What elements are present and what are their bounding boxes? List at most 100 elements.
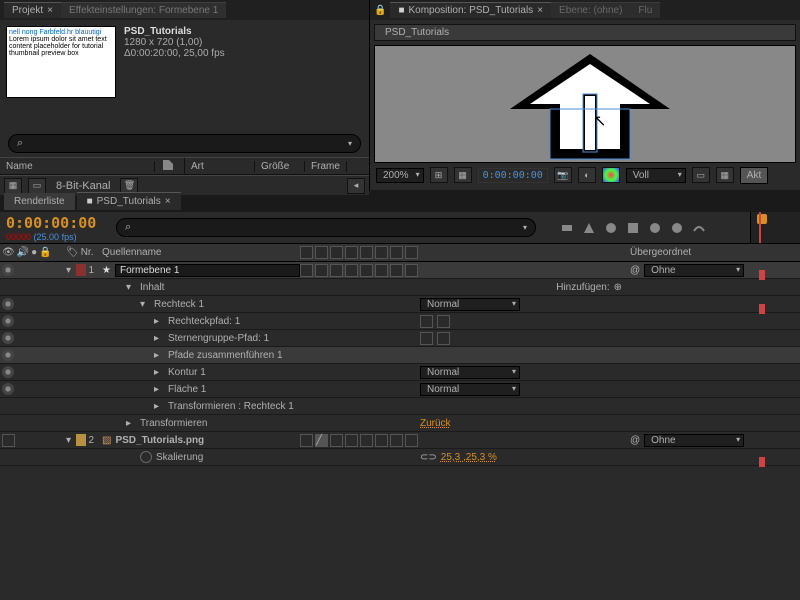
lock-icon[interactable]: 🔒: [374, 5, 386, 16]
active-camera-button[interactable]: Akt: [740, 167, 768, 184]
image-icon: ▧: [102, 435, 111, 446]
visibility-toggle[interactable]: [2, 349, 14, 361]
property-row[interactable]: ▸Fläche 1 Normal: [0, 381, 800, 398]
transparency-icon[interactable]: ▦: [716, 167, 734, 183]
project-resolution: 1280 x 720 (1,00): [124, 37, 225, 48]
property-row[interactable]: ▾Inhalt Hinzufügen: ⊕: [0, 279, 800, 296]
prev-frame-icon[interactable]: ◂: [347, 178, 365, 194]
visibility-toggle[interactable]: [2, 332, 14, 344]
search-input[interactable]: [135, 222, 519, 233]
parent-dropdown[interactable]: Ohne: [644, 434, 744, 447]
property-row[interactable]: ▸Sternengruppe-Pfad: 1: [0, 330, 800, 347]
brainstorm-icon[interactable]: [670, 221, 684, 235]
blend-mode-dropdown[interactable]: Normal: [420, 366, 520, 379]
project-panel-header: Projekt× Effekteinstellungen: Formebene …: [0, 0, 369, 20]
close-icon[interactable]: ×: [165, 196, 171, 207]
layer-row[interactable]: ▾2 ▧PSD_Tutorials.png ╱ @Ohne: [0, 432, 800, 449]
layer-name-input[interactable]: [115, 264, 300, 277]
visibility-toggle[interactable]: [2, 298, 14, 310]
property-row[interactable]: ▸Transformieren Zurück: [0, 415, 800, 432]
twirl-icon[interactable]: ▸: [154, 333, 164, 344]
add-shape-icon[interactable]: ⊕: [614, 282, 622, 293]
timeline-search[interactable]: ⌕ ▾: [116, 218, 536, 237]
pickwhip-icon[interactable]: @: [630, 435, 640, 446]
new-folder-icon[interactable]: ▭: [28, 178, 46, 194]
bit-depth-button[interactable]: 8-Bit-Kanal: [52, 180, 114, 192]
project-thumbnail[interactable]: nell nong Farbfeld.hr blauutigi Lorem ip…: [6, 26, 116, 98]
project-panel: Projekt× Effekteinstellungen: Formebene …: [0, 0, 370, 190]
channels-icon[interactable]: ◐: [578, 167, 596, 183]
tab-effect-controls[interactable]: Effekteinstellungen: Formebene 1: [61, 2, 226, 18]
eye-icon: 👁: [2, 247, 15, 258]
composition-viewport[interactable]: ↖: [374, 45, 796, 163]
visibility-toggle[interactable]: [2, 366, 14, 378]
stopwatch-icon[interactable]: [140, 451, 152, 463]
color-mgmt-icon[interactable]: [602, 167, 620, 183]
region-icon[interactable]: ▭: [692, 167, 710, 183]
twirl-icon[interactable]: ▾: [126, 282, 136, 293]
close-icon[interactable]: ×: [537, 5, 543, 16]
graph-editor-icon[interactable]: [692, 221, 706, 235]
twirl-icon[interactable]: ▸: [154, 316, 164, 327]
tab-project[interactable]: Projekt×: [4, 2, 61, 18]
cursor-icon: ↖: [593, 111, 606, 131]
search-input[interactable]: [27, 138, 344, 149]
interpret-footage-icon[interactable]: ▦: [4, 178, 22, 194]
comp-panel-header: 🔒 ■Komposition: PSD_Tutorials× Ebene: (o…: [370, 0, 800, 20]
shy-icon[interactable]: [604, 221, 618, 235]
layer-row[interactable]: ▾1 ★ @Ohne: [0, 262, 800, 279]
close-icon[interactable]: ×: [47, 5, 53, 16]
motion-blur-icon[interactable]: [648, 221, 662, 235]
twirl-icon[interactable]: ▾: [66, 265, 74, 276]
property-row[interactable]: ▸Transformieren : Rechteck 1: [0, 398, 800, 415]
twirl-icon[interactable]: ▸: [126, 418, 136, 429]
twirl-icon[interactable]: ▾: [66, 435, 74, 446]
property-row[interactable]: Skalierung ⊂⊃ 25,3 ,25,3 %: [0, 449, 800, 466]
current-time[interactable]: 0:00:00:00: [478, 168, 548, 183]
twirl-icon[interactable]: ▾: [140, 299, 150, 310]
tab-composition[interactable]: ■Komposition: PSD_Tutorials×: [390, 2, 551, 18]
frame-blend-icon[interactable]: [626, 221, 640, 235]
twirl-icon[interactable]: ▸: [154, 367, 164, 378]
visibility-toggle[interactable]: [2, 315, 14, 327]
scale-value[interactable]: 25,3 ,25,3 %: [441, 452, 497, 463]
project-item-row: nell nong Farbfeld.hr blauutigi Lorem ip…: [0, 20, 369, 104]
blend-mode-dropdown[interactable]: Normal: [420, 298, 520, 311]
parent-dropdown[interactable]: Ohne: [644, 264, 744, 277]
draft3d-icon[interactable]: [582, 221, 596, 235]
property-row[interactable]: ▾Rechteck 1 Normal: [0, 296, 800, 313]
project-column-headers: Name Art Größe Frame: [0, 157, 369, 175]
zoom-dropdown[interactable]: 200%: [376, 168, 424, 183]
twirl-icon[interactable]: ▸: [154, 350, 164, 361]
property-row[interactable]: ▸Rechteckpfad: 1: [0, 313, 800, 330]
timeline-panel: Renderliste ■PSD_Tutorials× 0:00:00:00 0…: [0, 190, 800, 600]
blend-mode-dropdown[interactable]: Normal: [420, 383, 520, 396]
search-icon: ⌕: [17, 137, 23, 150]
project-search[interactable]: ⌕ ▾: [8, 134, 361, 153]
property-row[interactable]: ▸Pfade zusammenführen 1: [0, 347, 800, 364]
tab-layer[interactable]: Ebene: (ohne): [551, 2, 630, 18]
project-duration: Δ0:00:20:00, 25,00 fps: [124, 48, 225, 59]
timeline-column-headers: 👁🔊●🔒 🏷Nr. Quellenname Übergeordnet: [0, 244, 800, 262]
pickwhip-icon[interactable]: @: [630, 265, 640, 276]
snapshot-icon[interactable]: 📷: [554, 167, 572, 183]
visibility-toggle[interactable]: [2, 383, 14, 395]
reset-link[interactable]: Zurück: [420, 418, 451, 429]
time-ruler[interactable]: [750, 212, 800, 243]
comp-mini-flowchart-icon[interactable]: [560, 221, 574, 235]
tab-timeline-comp[interactable]: ■PSD_Tutorials×: [77, 192, 181, 210]
tab-flowchart[interactable]: Flu: [630, 2, 660, 18]
constrain-icon[interactable]: ⊂⊃: [420, 452, 437, 463]
search-icon: ⌕: [125, 221, 131, 234]
resolution-dropdown[interactable]: Voll: [626, 168, 686, 183]
comp-sub-tab[interactable]: PSD_Tutorials: [374, 24, 796, 41]
visibility-toggle[interactable]: [2, 264, 14, 276]
property-row[interactable]: ▸Kontur 1 Normal: [0, 364, 800, 381]
twirl-icon[interactable]: ▸: [154, 401, 164, 412]
timeline-current-time[interactable]: 0:00:00:00 00000 (25.00 fps): [0, 212, 100, 243]
grid-icon[interactable]: ⊞: [430, 167, 448, 183]
viewport-controls: 200% ⊞ ▦ 0:00:00:00 📷 ◐ Voll ▭ ▦ Akt: [370, 163, 800, 187]
twirl-icon[interactable]: ▸: [154, 384, 164, 395]
tab-render-queue[interactable]: Renderliste: [4, 193, 75, 210]
mask-icon[interactable]: ▦: [454, 167, 472, 183]
